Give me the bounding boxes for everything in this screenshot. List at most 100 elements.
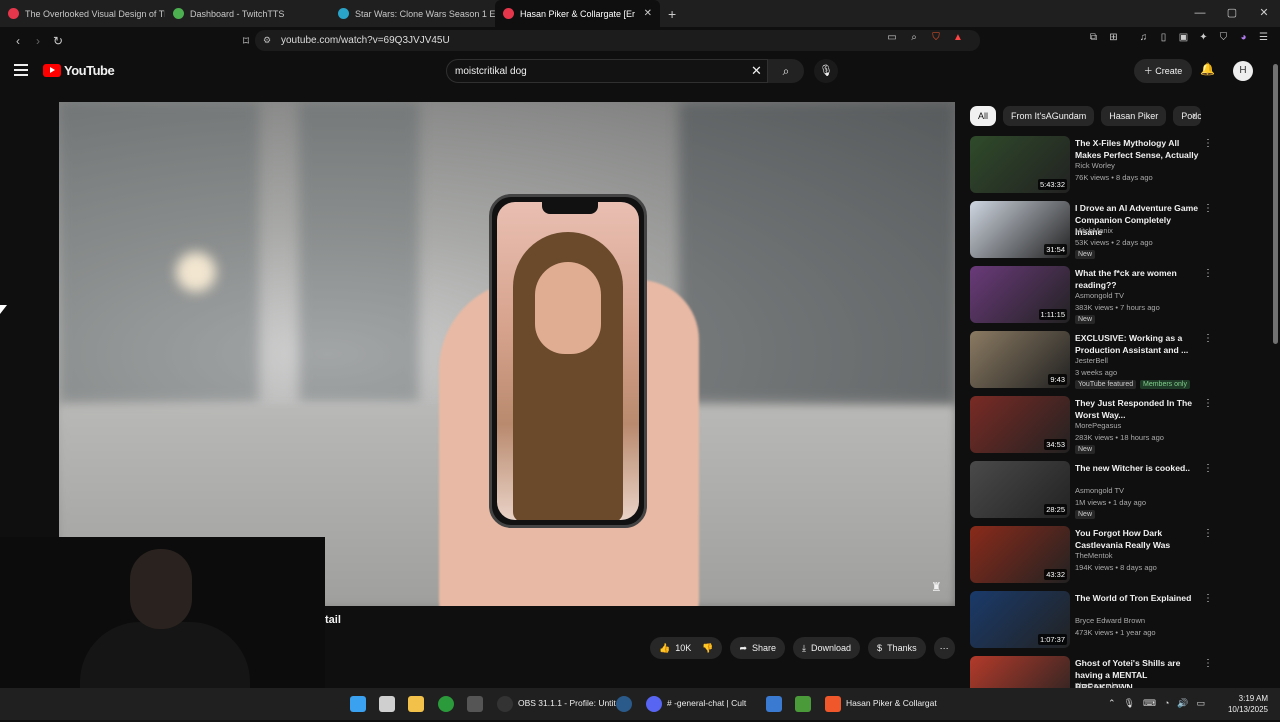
app-icon[interactable] (467, 696, 483, 712)
recommendation-item[interactable]: 31:54 I Drove an AI Adventure Game Compan… (970, 201, 1215, 266)
back-icon[interactable]: ‹ (8, 34, 28, 48)
more-options-icon[interactable]: ⋮ (1203, 268, 1213, 279)
more-options-icon[interactable]: ⋮ (1203, 203, 1213, 214)
recommendation-item[interactable]: 28:25 The new Witcher is cooked.. Asmongol… (970, 461, 1215, 526)
recommendation-item[interactable]: 5:43:32 The X-Files Mythology All Makes P… (970, 136, 1215, 201)
app-icon[interactable] (379, 696, 395, 712)
notifications-icon[interactable]: 🔔 (1200, 62, 1215, 76)
close-tab-icon[interactable]: ✕ (644, 8, 652, 19)
browser-tab[interactable]: Dashboard - TwitchTTS (165, 0, 330, 27)
chip-all[interactable]: All (970, 106, 997, 126)
minecraft-icon[interactable] (795, 696, 811, 712)
obs-taskbar-label[interactable]: OBS 31.1.1 - Profile: Untit (518, 698, 616, 708)
leo-ai-icon[interactable]: ◕ (1236, 32, 1251, 48)
sidebar-icon[interactable]: ▯ (1156, 32, 1171, 48)
minimize-icon[interactable]: — (1184, 0, 1216, 27)
recommendation-title[interactable]: The new Witcher is cooked.. (1075, 462, 1200, 474)
video-thumbnail[interactable]: 31:54 (970, 201, 1070, 258)
more-options-icon[interactable]: ⋮ (1203, 333, 1213, 344)
more-options-icon[interactable]: ⋮ (1203, 463, 1213, 474)
discord-icon[interactable] (646, 696, 662, 712)
channel-name[interactable]: Rick Worley (1075, 161, 1115, 170)
video-thumbnail[interactable]: 34:53 (970, 396, 1070, 453)
channel-name[interactable]: JesterBell (1075, 356, 1108, 365)
maximize-icon[interactable]: ▢ (1216, 0, 1248, 27)
chip[interactable]: Podc (1173, 106, 1202, 126)
recommendation-title[interactable]: They Just Responded In The Worst Way... (1075, 397, 1200, 421)
like-button[interactable]: 👍 10K 👎 (650, 637, 723, 659)
create-button[interactable]: ＋ Create (1134, 59, 1192, 83)
browser-tab[interactable]: Star Wars: Clone Wars Season 1 Epis (330, 0, 495, 27)
video-thumbnail[interactable]: 43:32 (970, 526, 1070, 583)
site-info-icon[interactable]: ⚙ (263, 35, 271, 46)
recommendation-item[interactable]: 1:11:15 What the f*ck are women reading??… (970, 266, 1215, 331)
close-window-icon[interactable]: ✕ (1248, 0, 1280, 27)
battery-icon[interactable]: ▭ (1197, 698, 1206, 709)
download-button[interactable]: ⤓ Download (793, 637, 861, 659)
notepad-icon[interactable] (766, 696, 782, 712)
channel-name[interactable]: Asmongold TV (1075, 291, 1124, 300)
wallet-icon[interactable]: ▣ (1176, 32, 1191, 48)
clock[interactable]: 3:19 AM 10/13/2025 (1224, 693, 1268, 715)
share-button[interactable]: ➦ Share (730, 637, 786, 659)
reload-icon[interactable]: ↻ (48, 34, 68, 48)
more-options-icon[interactable]: ⋮ (1203, 528, 1213, 539)
more-options-icon[interactable]: ⋮ (1203, 398, 1213, 409)
video-thumbnail[interactable]: 9:43 (970, 331, 1070, 388)
file-explorer-icon[interactable] (408, 696, 424, 712)
mic-tray-icon[interactable]: 🎙 (1124, 698, 1135, 709)
forward-icon[interactable]: › (28, 34, 48, 48)
tray-expand-icon[interactable]: ⌃ (1108, 698, 1116, 709)
recommendation-title[interactable]: The World of Tron Explained (1075, 592, 1200, 604)
search-button[interactable]: ⌕ (768, 59, 804, 83)
obs-icon[interactable] (497, 696, 513, 712)
url-field[interactable]: ⚙ youtube.com/watch?v=69Q3JVJV45U (255, 30, 980, 51)
channel-name[interactable]: MorePegasus (1075, 421, 1121, 430)
zoom-icon[interactable]: ⌕ (906, 32, 922, 48)
video-thumbnail[interactable]: 5:43:32 (970, 136, 1070, 193)
clear-search-icon[interactable]: ✕ (751, 63, 762, 79)
channel-name[interactable]: MitchManix (1075, 226, 1113, 235)
vpn-icon[interactable]: ✦ (1196, 32, 1211, 48)
browser-tab[interactable]: The Overlooked Visual Design of The (0, 0, 165, 27)
recommendation-title[interactable]: The X-Files Mythology All Makes Perfect … (1075, 137, 1200, 161)
channel-name[interactable]: Asmongold TV (1075, 486, 1124, 495)
more-actions-button[interactable]: ⋯ (933, 637, 955, 659)
dislike-icon[interactable]: 👎 (702, 643, 713, 654)
steam-icon[interactable] (616, 696, 632, 712)
keyboard-icon[interactable]: ⌨ (1143, 698, 1156, 709)
more-options-icon[interactable]: ⋮ (1203, 658, 1213, 669)
channel-name[interactable]: TheMentok (1075, 551, 1113, 560)
browser-taskbar-label[interactable]: Hasan Piker & Collargat (846, 698, 937, 708)
discord-taskbar-label[interactable]: # -general-chat | Cult (667, 698, 746, 708)
youtube-logo[interactable]: YouTube (43, 63, 115, 78)
browser-tab-active[interactable]: Hasan Piker & Collargate [Er ✕ (495, 0, 660, 27)
channel-watermark-icon[interactable]: ♜ (931, 580, 942, 594)
scrollbar[interactable] (1271, 56, 1280, 686)
new-tab-icon[interactable]: + (668, 6, 676, 22)
recommendation-item[interactable]: 43:32 You Forgot How Dark Castlevania Rea… (970, 526, 1215, 591)
guide-menu-icon[interactable] (14, 64, 28, 76)
brave-icon[interactable] (825, 696, 841, 712)
windows-start-icon[interactable] (350, 696, 366, 712)
brave-shield-icon[interactable]: ⛉ (928, 32, 944, 48)
chip[interactable]: Hasan Piker (1101, 106, 1167, 126)
shield-icon[interactable]: ⛉ (1216, 32, 1231, 48)
more-options-icon[interactable]: ⋮ (1203, 593, 1213, 604)
recommendation-title[interactable]: EXCLUSIVE: Working as a Production Assis… (1075, 332, 1200, 356)
recommendation-title[interactable]: You Forgot How Dark Castlevania Really W… (1075, 527, 1200, 551)
recommendation-item[interactable]: 34:53 They Just Responded In The Worst Wa… (970, 396, 1215, 461)
recommendation-item[interactable]: 9:43 EXCLUSIVE: Working as a Production A… (970, 331, 1215, 396)
rewards-icon[interactable]: ▲ (950, 32, 966, 48)
wifi-icon[interactable]: ◔ (1164, 698, 1169, 709)
chip[interactable]: From It'sAGundam (1003, 106, 1095, 126)
video-player[interactable]: ♜ (59, 102, 955, 606)
video-thumbnail[interactable]: 28:25 (970, 461, 1070, 518)
channel-name[interactable]: Bryce Edward Brown (1075, 616, 1145, 625)
recommendation-title[interactable]: What the f*ck are women reading?? (1075, 267, 1200, 291)
extension-icon[interactable]: ⧉ (1086, 32, 1101, 48)
cast-icon[interactable]: ▭ (884, 32, 900, 48)
bookmark-icon[interactable]: ⌑ (236, 34, 256, 48)
video-thumbnail[interactable]: 1:07:37 (970, 591, 1070, 648)
chevron-right-icon[interactable]: › (1192, 110, 1196, 122)
